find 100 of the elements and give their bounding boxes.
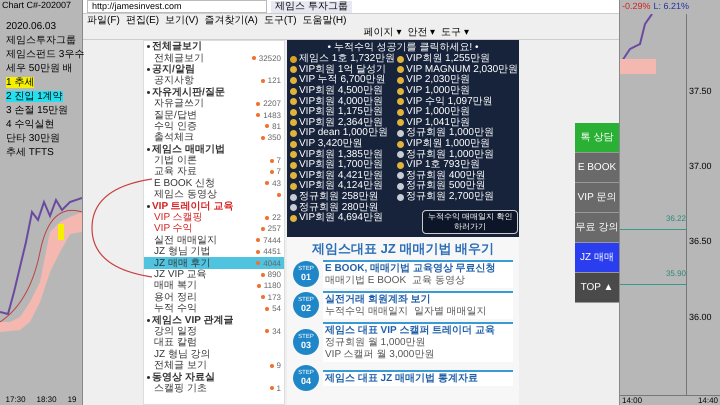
success-link[interactable]: VIP MAGNUM 2,030만원 bbox=[397, 64, 518, 76]
category-item[interactable]: JZ 매매 후기 4044 bbox=[144, 257, 284, 269]
success-link[interactable]: VIP회원 1억 달성기 bbox=[290, 64, 396, 76]
browser-tab[interactable]: 제임스 투자그룹 bbox=[271, 0, 352, 12]
toolbar-menu[interactable]: 페이지 ▾ bbox=[364, 27, 402, 39]
success-link[interactable]: 정규회원 500만원 bbox=[397, 181, 518, 192]
category-item[interactable]: 교육 자료 7 bbox=[144, 166, 284, 178]
success-link[interactable]: VIP회원 4,694만원 bbox=[290, 212, 396, 224]
note-text: 2020.06.03 bbox=[6, 21, 56, 32]
category-item[interactable]: 제임스 동영상 bbox=[144, 189, 284, 200]
category-item[interactable]: JZ VIP 교육 890 bbox=[144, 268, 284, 280]
menu-item[interactable]: 도움말(H) bbox=[302, 14, 346, 26]
category-item[interactable]: 전체글 보기 9 bbox=[144, 360, 284, 372]
category-item[interactable]: VIP 수익 257 bbox=[144, 223, 284, 235]
category-header[interactable]: 자유게시판/질문 bbox=[144, 86, 284, 98]
success-link[interactable]: 제임스 1호 1,732만원 bbox=[290, 54, 396, 65]
success-link[interactable]: VIP회원 4,421만원 bbox=[290, 170, 396, 182]
chart-title: Chart C#-202007 bbox=[1, 0, 72, 11]
toolbar-menu[interactable]: 안전 ▾ bbox=[407, 27, 436, 39]
step-link[interactable]: VIP 스캘퍼 월 3,000만원 bbox=[325, 349, 434, 362]
category-item[interactable]: JZ 형님 기법 4451 bbox=[144, 246, 284, 258]
category-header[interactable]: 제임스 매매기법 bbox=[144, 144, 284, 155]
success-link[interactable]: 정규회원 400만원 bbox=[397, 170, 518, 182]
menu-item[interactable]: 즐겨찾기(A) bbox=[204, 14, 258, 26]
quick-menu-button[interactable]: 무료 강의 bbox=[575, 212, 619, 242]
step-link[interactable]: 매매기법 E BOOK bbox=[325, 275, 406, 288]
menu-item[interactable]: 파일(F) bbox=[87, 14, 120, 26]
price-chart-drawing bbox=[620, 14, 656, 74]
toolbar-menu[interactable]: 도구 ▾ bbox=[441, 27, 469, 39]
success-link[interactable]: VIP 3,420만원 bbox=[290, 138, 396, 150]
quick-menu-button[interactable]: JZ 매매 bbox=[575, 242, 619, 272]
success-link[interactable]: VIP회원 4,124만원 bbox=[290, 181, 396, 192]
banner-title: • 누적수익 성공기를 클릭하세요! • bbox=[326, 42, 480, 54]
success-link[interactable]: VIP 수익 1,097만원 bbox=[397, 96, 518, 107]
success-link[interactable]: VIP 1,000만원 bbox=[397, 86, 518, 96]
category-item[interactable]: 출석체크 350 bbox=[144, 132, 284, 144]
success-link[interactable]: VIP회원 4,500만원 bbox=[290, 86, 396, 96]
quick-menu-button[interactable]: VIP 문의 bbox=[575, 182, 619, 212]
category-item[interactable]: 전체글보기 32520 bbox=[144, 52, 284, 64]
note-text: 2 진입 1계약 bbox=[6, 91, 63, 102]
category-item[interactable]: 수익 인증 81 bbox=[144, 120, 284, 132]
menu-item[interactable]: 보기(V) bbox=[165, 14, 198, 26]
success-link[interactable]: VIP회원 1,700만원 bbox=[290, 160, 396, 171]
category-item[interactable]: 스캘핑 기초 1 bbox=[144, 382, 284, 394]
success-link[interactable]: VIP 누적 6,700만원 bbox=[290, 75, 396, 86]
success-link[interactable]: 정규회원 1,000만원 bbox=[397, 128, 518, 139]
category-item[interactable]: 대표 칼럼 bbox=[144, 337, 284, 349]
success-link[interactable]: VIP 1,000만원 bbox=[397, 106, 518, 118]
step-link[interactable]: 교육 동영상 bbox=[412, 275, 465, 288]
quick-menu-button[interactable]: E BOOK bbox=[575, 152, 619, 182]
category-item[interactable]: 공지사항 121 bbox=[144, 75, 284, 87]
category-item[interactable]: 기법 이론 7 bbox=[144, 154, 284, 166]
category-header[interactable]: 공지/알림 bbox=[144, 64, 284, 76]
note-text: 추세 TFTS bbox=[6, 147, 54, 158]
address-field[interactable]: http://jamesinvest.com bbox=[87, 0, 267, 13]
success-link[interactable]: VIP회원 1,255만원 bbox=[397, 54, 518, 65]
success-link[interactable]: VIP회원 1,175만원 bbox=[290, 106, 396, 118]
menu-item[interactable]: 편집(E) bbox=[126, 14, 160, 26]
category-header[interactable]: 제임스 VIP 관계글 bbox=[144, 314, 284, 326]
quick-menu-button[interactable]: TOP ▲ bbox=[575, 272, 619, 302]
category-item[interactable]: 누적 수익 54 bbox=[144, 302, 284, 314]
education-title: 제임스대표 JZ 매매기법 배우기 bbox=[310, 241, 495, 258]
category-item[interactable]: JZ 형님 강의 bbox=[144, 348, 284, 360]
step-link[interactable]: 누적수익 매매일지 bbox=[325, 306, 408, 318]
success-link[interactable]: VIP 2,030만원 bbox=[397, 75, 518, 86]
step-link[interactable]: 일자별 매매일지 bbox=[414, 306, 487, 318]
journal-button[interactable]: 누적수익 매매일지 확인하러가기 bbox=[422, 210, 518, 234]
menu-item[interactable]: 도구(T) bbox=[264, 14, 297, 26]
category-item[interactable]: 실전 매매일지 7444 bbox=[144, 234, 284, 246]
category-header[interactable]: VIP 트레이더 교육 bbox=[144, 200, 284, 212]
note-text: 4 수익실현 bbox=[6, 119, 54, 130]
note-text: 제임스펀드 3우수 bbox=[6, 49, 84, 60]
category-item[interactable]: 매매 복기 1180 bbox=[144, 280, 284, 292]
category-item[interactable]: E BOOK 신청 43 bbox=[144, 178, 284, 190]
success-link[interactable]: VIP회원 4,000만원 bbox=[290, 96, 396, 107]
success-link[interactable]: 정규회원 258만원 bbox=[290, 192, 396, 202]
success-link[interactable]: VIP회원 1,385만원 bbox=[290, 149, 396, 160]
level-line: 36.22 bbox=[620, 205, 686, 230]
category-header[interactable]: 동영상 자료실 bbox=[144, 371, 284, 383]
time-label: 17:30 bbox=[6, 395, 26, 404]
category-header[interactable]: 전체글보기 bbox=[144, 41, 284, 52]
success-link[interactable]: 정규회원 2,700만원 bbox=[397, 192, 518, 202]
success-link[interactable]: VIP회원 2,364만원 bbox=[290, 118, 396, 128]
category-item[interactable]: VIP 스캘핑 22 bbox=[144, 212, 284, 224]
range-text: L: 6.21% bbox=[654, 0, 690, 14]
success-link[interactable]: VIP dean 1,000만원 bbox=[290, 128, 396, 139]
category-item[interactable]: 강의 일정 34 bbox=[144, 326, 284, 338]
category-item[interactable]: 용어 정리 173 bbox=[144, 292, 284, 303]
success-link[interactable]: 정규회원 280만원 bbox=[290, 202, 396, 213]
category-item[interactable]: 질문/답변 1483 bbox=[144, 109, 284, 121]
success-link[interactable]: 정규회원 1,000만원 bbox=[397, 149, 518, 160]
success-link[interactable]: VIP 1,041만원 bbox=[397, 118, 518, 128]
success-link[interactable]: VIP 1호 793만원 bbox=[397, 160, 518, 171]
price-label: 36.00 bbox=[688, 310, 713, 324]
category-item[interactable]: 자유글쓰기 2207 bbox=[144, 98, 284, 110]
success-link[interactable]: VIP회원 1,000만원 bbox=[397, 138, 518, 150]
price-label: 37.50 bbox=[688, 84, 713, 98]
step-link[interactable]: 정규회원 월 1,000만원 bbox=[325, 337, 426, 350]
time-label: 14:40 bbox=[698, 396, 718, 405]
step-title: 제임스 대표 JZ 매매기법 통계자료 bbox=[325, 373, 479, 386]
